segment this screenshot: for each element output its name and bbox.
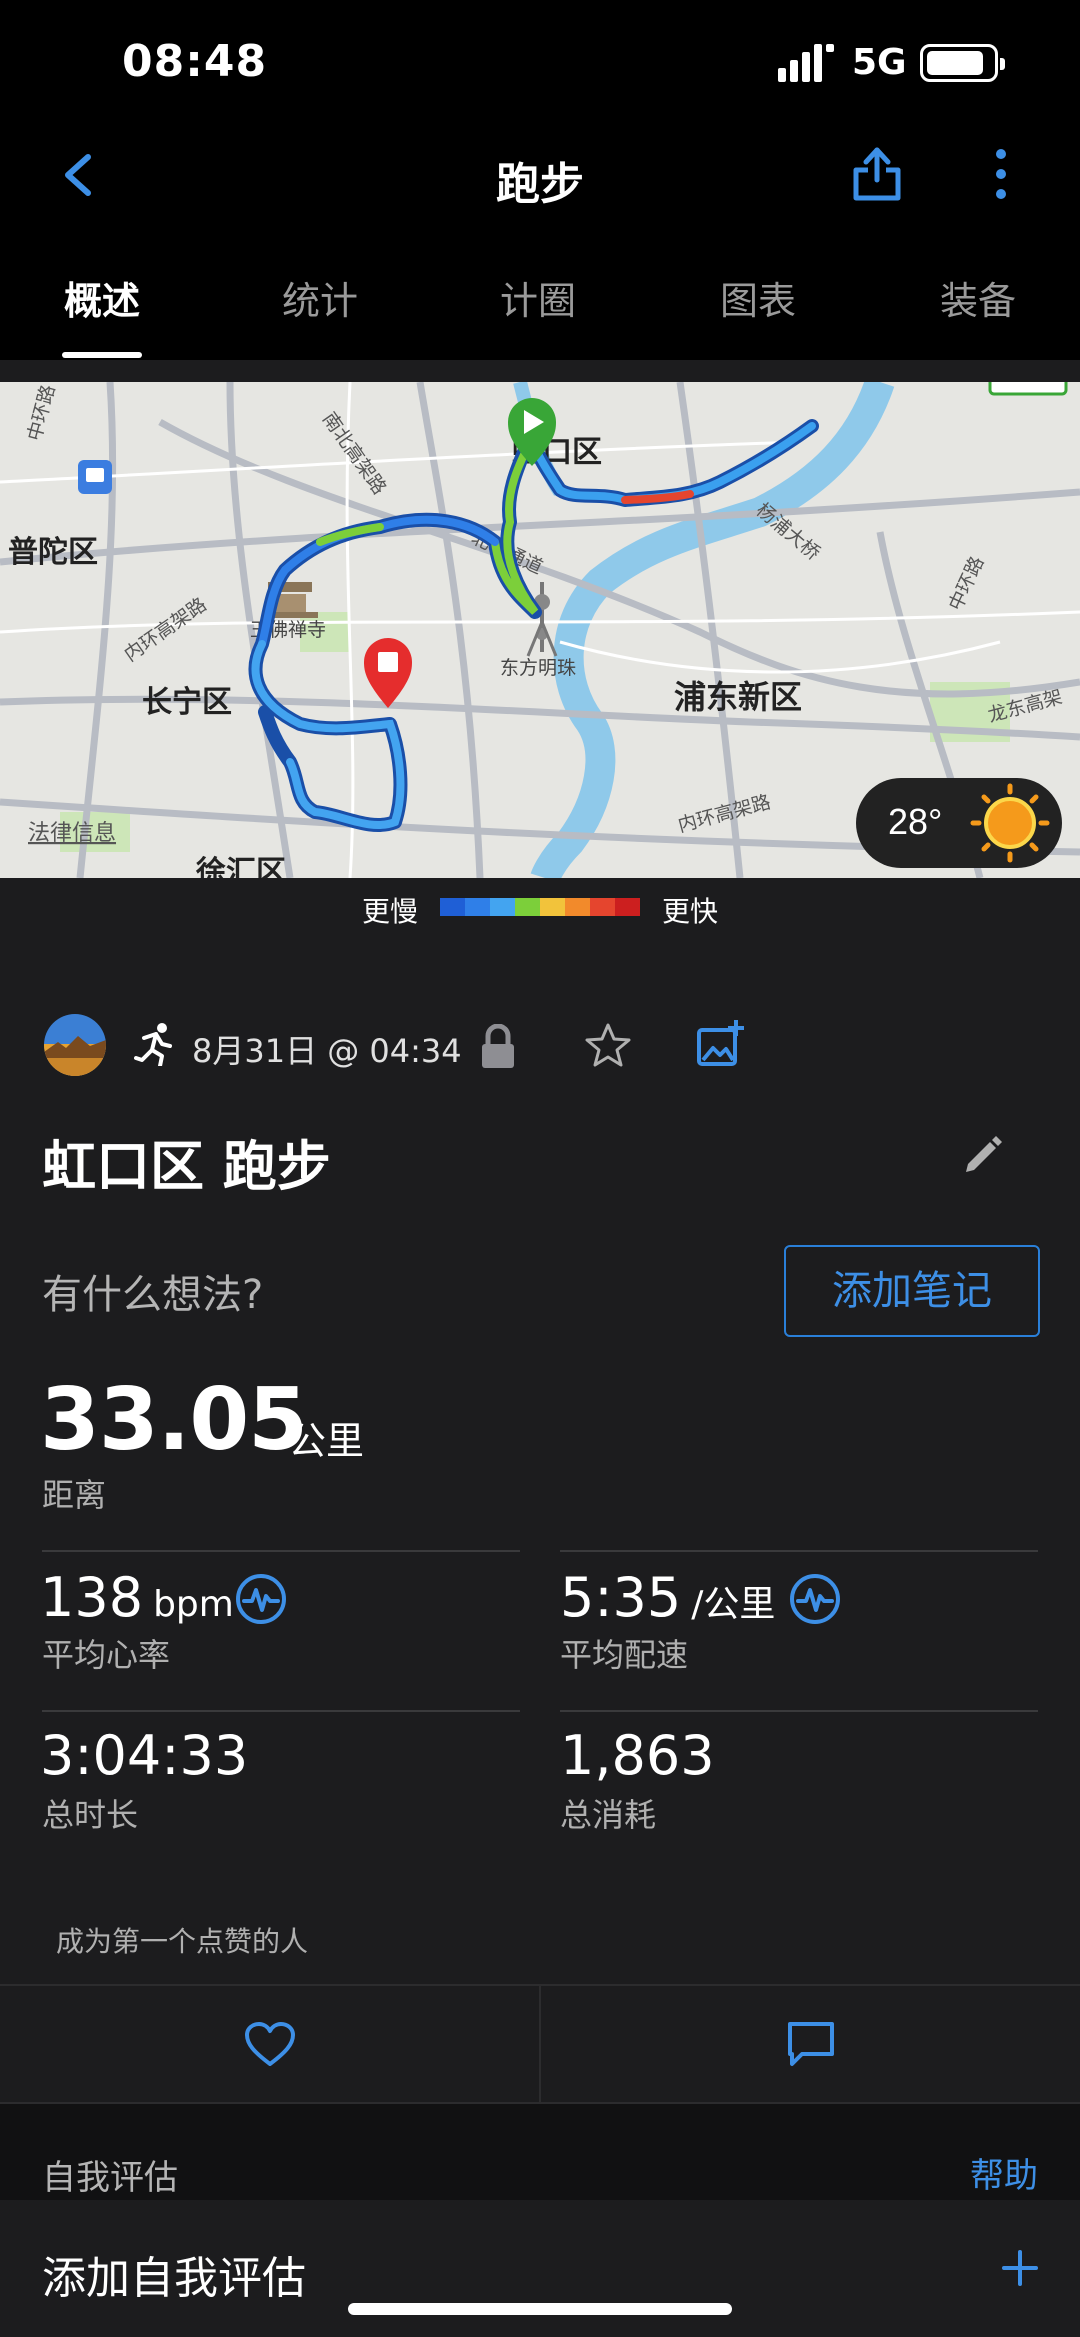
legend-swatch — [565, 898, 590, 916]
star-icon[interactable] — [584, 1022, 632, 1068]
map-road-label: 中环路 — [945, 553, 989, 614]
distance-label: 距离 — [42, 1476, 107, 1514]
total-calories-value: 1,863 — [560, 1724, 715, 1787]
sun-icon — [970, 783, 1050, 863]
divider — [560, 1710, 1038, 1712]
distance-value: 33.05 — [40, 1370, 308, 1470]
add-photo-icon[interactable] — [696, 1018, 744, 1068]
heart-rate-icon[interactable] — [234, 1572, 288, 1626]
total-time-label: 总时长 — [42, 1796, 139, 1834]
activity-date: 8月31日 @ 04:34 — [192, 1032, 462, 1070]
avg-heart-rate-unit: bpm — [153, 1584, 234, 1625]
route-map[interactable]: 虹口区 普陀区 长宁区 浦东新区 徐汇区 玉佛禅寺 东方明珠 南北高架路 内环高… — [0, 382, 1080, 878]
legend-color-bar — [440, 898, 640, 916]
tower-icon — [526, 582, 558, 657]
avg-heart-rate-value: 138 — [40, 1566, 144, 1629]
avg-pace-unit: /公里 — [691, 1584, 776, 1625]
signal-icon — [778, 44, 834, 82]
map-road-label: 内环高架路 — [120, 594, 210, 667]
pencil-icon[interactable] — [962, 1134, 1004, 1176]
divider — [560, 1550, 1038, 1552]
likes-text: 成为第一个点赞的人 — [56, 1925, 309, 1958]
legend-swatch — [465, 898, 490, 916]
map-label-changning: 长宁区 — [142, 685, 232, 719]
avatar[interactable] — [44, 1014, 106, 1076]
self-eval-title: 自我评估 — [42, 2158, 178, 2198]
map-canvas: 虹口区 普陀区 长宁区 浦东新区 徐汇区 玉佛禅寺 东方明珠 南北高架路 内环高… — [0, 382, 1080, 878]
total-time-value: 3:04:33 — [40, 1724, 249, 1787]
avg-pace-value: 5:35 — [560, 1566, 682, 1629]
map-top-border — [0, 360, 1080, 382]
battery-icon — [920, 44, 1005, 82]
avg-pace: 5:35/公里 — [560, 1566, 775, 1629]
share-icon[interactable] — [852, 142, 902, 202]
running-icon — [134, 1023, 172, 1066]
avg-pace-label: 平均配速 — [560, 1636, 689, 1674]
add-self-eval-label[interactable]: 添加自我评估 — [42, 2242, 306, 2306]
map-legal-link[interactable]: 法律信息 — [28, 820, 116, 845]
legend-swatch — [515, 898, 540, 916]
add-note-button[interactable]: 添加笔记 — [784, 1245, 1040, 1337]
legend-swatch — [615, 898, 640, 916]
tab-charts[interactable]: 图表 — [678, 270, 838, 325]
activity-title: 虹口区 跑步 — [42, 1135, 331, 1198]
more-vertical-icon[interactable] — [986, 148, 1016, 200]
tab-indicator — [62, 352, 142, 358]
thoughts-prompt[interactable]: 有什么想法? — [42, 1262, 263, 1320]
lock-icon[interactable] — [478, 1024, 518, 1070]
distance-unit: 公里 — [288, 1419, 365, 1463]
divider — [539, 1984, 541, 2104]
plus-icon[interactable] — [1000, 2248, 1040, 2288]
map-label-pudong: 浦东新区 — [674, 679, 802, 715]
comment-icon[interactable] — [786, 2020, 836, 2068]
divider — [42, 1710, 520, 1712]
map-label-xuhui: 徐汇区 — [195, 855, 286, 878]
map-label-pearl-tower: 东方明珠 — [500, 657, 576, 679]
total-calories-label: 总消耗 — [560, 1796, 657, 1834]
home-indicator[interactable] — [348, 2303, 732, 2315]
legend-swatch — [540, 898, 565, 916]
help-link[interactable]: 帮助 — [970, 2148, 1038, 2197]
legend-fast-label: 更快 — [662, 895, 719, 928]
page-title: 跑步 — [496, 159, 584, 210]
tab-overview[interactable]: 概述 — [22, 270, 182, 325]
map-road-label: 南北高架路 — [318, 408, 391, 498]
map-label-putuo: 普陀区 — [8, 535, 98, 569]
legend-swatch — [590, 898, 615, 916]
map-road-label: 内环高架路 — [676, 791, 773, 837]
heart-icon[interactable] — [244, 2022, 296, 2068]
tab-gear[interactable]: 装备 — [898, 270, 1058, 325]
divider — [42, 1550, 520, 1552]
weather-badge: 28° — [856, 778, 1062, 868]
network-type: 5G — [852, 42, 907, 83]
map-road-label: 中环路 — [24, 383, 60, 444]
legend-swatch — [440, 898, 465, 916]
status-time: 08:48 — [122, 36, 268, 87]
finish-marker[interactable] — [364, 638, 412, 708]
tab-laps[interactable]: 计圈 — [458, 270, 618, 325]
legend-swatch — [490, 898, 515, 916]
tab-stats[interactable]: 统计 — [240, 270, 400, 325]
legend-slow-label: 更慢 — [362, 895, 419, 928]
avg-heart-rate: 138 bpm — [40, 1566, 234, 1629]
avg-heart-rate-label: 平均心率 — [42, 1636, 171, 1674]
pace-icon[interactable] — [788, 1572, 842, 1626]
weather-temperature: 28° — [888, 801, 942, 842]
